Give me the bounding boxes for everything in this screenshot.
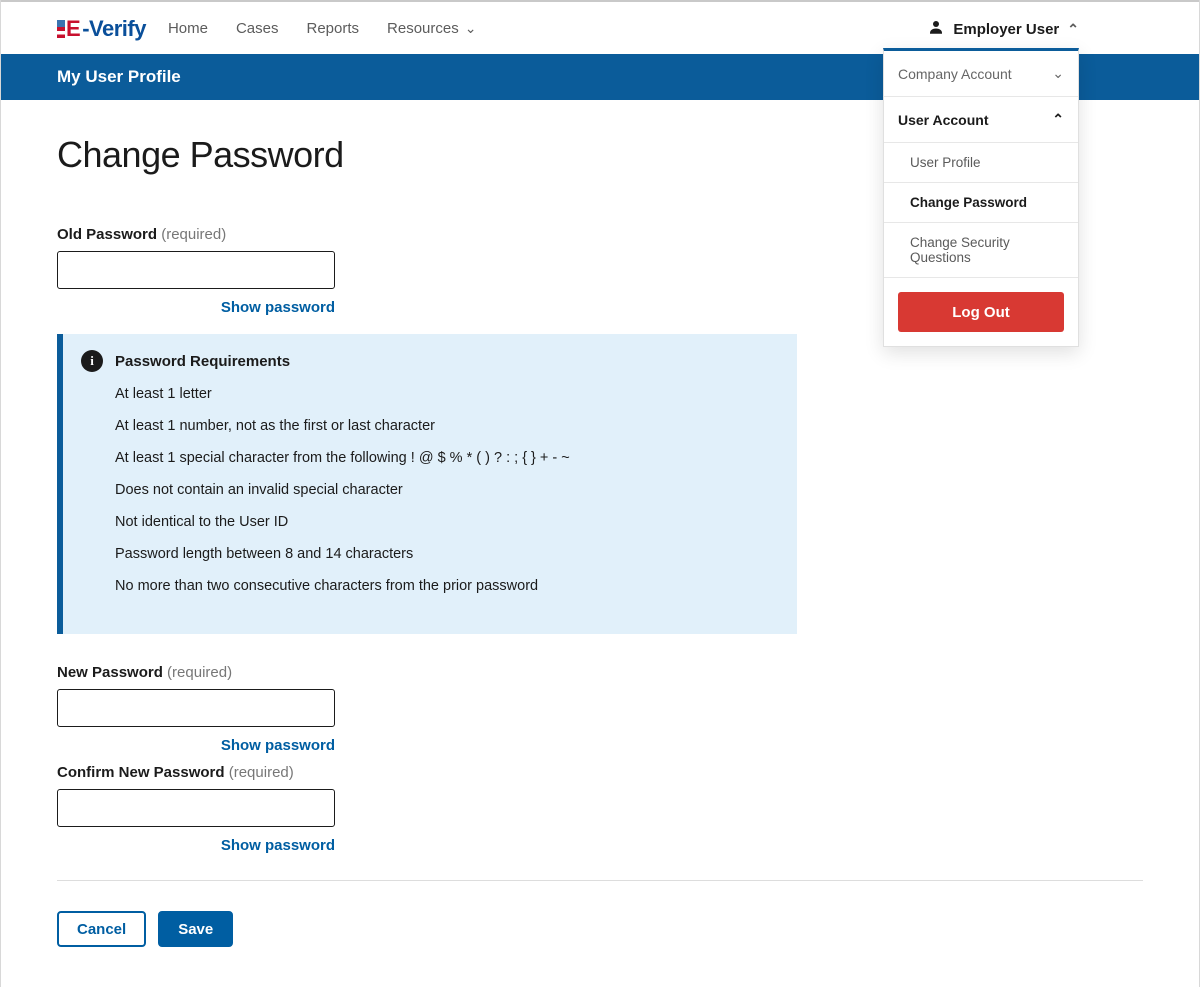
flag-icon <box>57 20 65 38</box>
user-dropdown: Company Account ⌄ User Account ⌃ User Pr… <box>883 48 1079 347</box>
dropdown-user-account[interactable]: User Account ⌃ <box>884 97 1078 143</box>
section-divider <box>57 880 1143 881</box>
dropdown-company-account[interactable]: Company Account ⌄ <box>884 51 1078 97</box>
requirement-item: At least 1 letter <box>115 386 779 402</box>
save-button[interactable]: Save <box>158 911 233 947</box>
user-menu-label: Employer User <box>953 21 1059 38</box>
top-navbar: E-Verify Home Cases Reports Resources ⌄ … <box>1 0 1199 54</box>
dropdown-security-questions[interactable]: Change Security Questions <box>884 223 1078 278</box>
password-requirements-panel: i Password Requirements At least 1 lette… <box>57 334 797 634</box>
user-icon <box>927 18 945 41</box>
requirements-title: Password Requirements <box>115 353 290 370</box>
cancel-button[interactable]: Cancel <box>57 911 146 947</box>
old-password-input[interactable] <box>57 251 335 289</box>
dropdown-user-account-label: User Account <box>898 112 989 128</box>
new-password-show-toggle[interactable]: Show password <box>57 737 335 754</box>
nav-cases[interactable]: Cases <box>236 20 279 37</box>
form-buttons: Cancel Save <box>57 911 1143 947</box>
new-password-block: New Password (required) Show password <box>57 664 1143 754</box>
dropdown-company-account-label: Company Account <box>898 66 1012 82</box>
requirement-item: Does not contain an invalid special char… <box>115 482 779 498</box>
chevron-down-icon: ⌄ <box>465 20 477 37</box>
nav-resources-label: Resources <box>387 20 459 37</box>
requirements-list: At least 1 letter At least 1 number, not… <box>81 386 779 594</box>
dropdown-user-profile[interactable]: User Profile <box>884 143 1078 183</box>
old-password-show-toggle[interactable]: Show password <box>57 299 335 316</box>
old-password-label: Old Password <box>57 226 157 243</box>
new-password-label: New Password <box>57 664 163 681</box>
brand-dash: - <box>82 16 89 42</box>
requirement-item: At least 1 number, not as the first or l… <box>115 418 779 434</box>
new-password-input[interactable] <box>57 689 335 727</box>
chevron-down-icon: ⌄ <box>1052 65 1064 82</box>
confirm-password-required: (required) <box>229 764 294 781</box>
brand-letter-e: E <box>66 16 80 42</box>
nav-resources[interactable]: Resources ⌄ <box>387 20 476 37</box>
brand-rest: Verify <box>89 16 146 42</box>
nav-reports[interactable]: Reports <box>307 20 360 37</box>
confirm-password-label: Confirm New Password <box>57 764 225 781</box>
info-icon: i <box>81 350 103 372</box>
nav-home[interactable]: Home <box>168 20 208 37</box>
brand-logo[interactable]: E-Verify <box>57 16 146 42</box>
dropdown-logout-wrap: Log Out <box>884 278 1078 346</box>
nav-links: Home Cases Reports Resources ⌄ <box>168 20 477 37</box>
chevron-up-icon: ⌃ <box>1067 21 1079 38</box>
requirement-item: Not identical to the User ID <box>115 514 779 530</box>
dropdown-change-password[interactable]: Change Password <box>884 183 1078 223</box>
stripe-title: My User Profile <box>57 67 181 87</box>
requirement-item: Password length between 8 and 14 charact… <box>115 546 779 562</box>
confirm-password-show-toggle[interactable]: Show password <box>57 837 335 854</box>
confirm-password-input[interactable] <box>57 789 335 827</box>
requirement-item: At least 1 special character from the fo… <box>115 450 779 466</box>
confirm-password-block: Confirm New Password (required) Show pas… <box>57 764 1143 854</box>
new-password-required: (required) <box>167 664 232 681</box>
requirement-item: No more than two consecutive characters … <box>115 578 779 594</box>
old-password-required: (required) <box>161 226 226 243</box>
chevron-up-icon: ⌃ <box>1052 111 1064 128</box>
log-out-button[interactable]: Log Out <box>898 292 1064 332</box>
